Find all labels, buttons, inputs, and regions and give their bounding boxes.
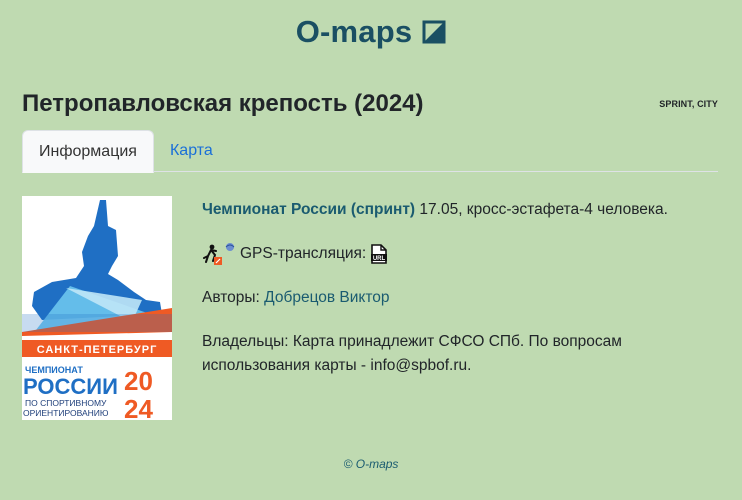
- author-link[interactable]: Добрецов Виктор: [264, 289, 389, 306]
- poster-art: САНКТ-ПЕТЕРБУРГ ЧЕМПИОНАТ РОССИИ ПО СПОР…: [22, 200, 172, 420]
- site-footer: © O-maps: [343, 457, 399, 471]
- gps-label: GPS-трансляция:: [240, 245, 367, 262]
- url-document-icon[interactable]: URL: [370, 244, 388, 264]
- authors-label: Авторы:: [202, 289, 265, 306]
- svg-text:URL: URL: [373, 256, 386, 262]
- authors-line: Авторы: Добрецов Виктор: [202, 286, 722, 310]
- poster-year-bottom: 24: [124, 394, 153, 420]
- gps-runner-icon[interactable]: [202, 242, 236, 266]
- event-title: Петропавловская крепость (2024): [22, 90, 424, 117]
- poster-line3: ПО СПОРТИВНОМУ: [25, 398, 107, 408]
- half-square-icon: [422, 20, 446, 44]
- owners-line: Владельцы: Карта принадлежит СФСО СПб. П…: [202, 333, 622, 374]
- competition-details: 17.05, кросс-эстафета-4 человека.: [415, 201, 668, 218]
- poster-city: САНКТ-ПЕТЕРБУРГ: [37, 344, 158, 356]
- site-header: O-maps: [0, 14, 742, 50]
- brand-name: O-maps: [295, 14, 413, 49]
- competition-line: Чемпионат России (спринт) 17.05, кросс-э…: [202, 198, 722, 222]
- brand-link[interactable]: O-maps: [296, 14, 447, 50]
- gps-line: GPS-трансляция: URL: [202, 242, 722, 266]
- event-info: Чемпионат России (спринт) 17.05, кросс-э…: [202, 198, 722, 398]
- event-tags: SPRINT, CITY: [659, 99, 718, 109]
- competition-link[interactable]: Чемпионат России (спринт): [202, 201, 415, 218]
- poster-line4: ОРИЕНТИРОВАНИЮ: [23, 408, 109, 418]
- tab-bar: Информация Карта: [22, 130, 718, 173]
- tab-info[interactable]: Информация: [22, 130, 154, 173]
- event-poster[interactable]: САНКТ-ПЕТЕРБУРГ ЧЕМПИОНАТ РОССИИ ПО СПОР…: [22, 196, 172, 420]
- tab-map[interactable]: Карта: [154, 130, 229, 172]
- poster-line2: РОССИИ: [23, 374, 118, 399]
- poster-year-top: 20: [124, 366, 153, 396]
